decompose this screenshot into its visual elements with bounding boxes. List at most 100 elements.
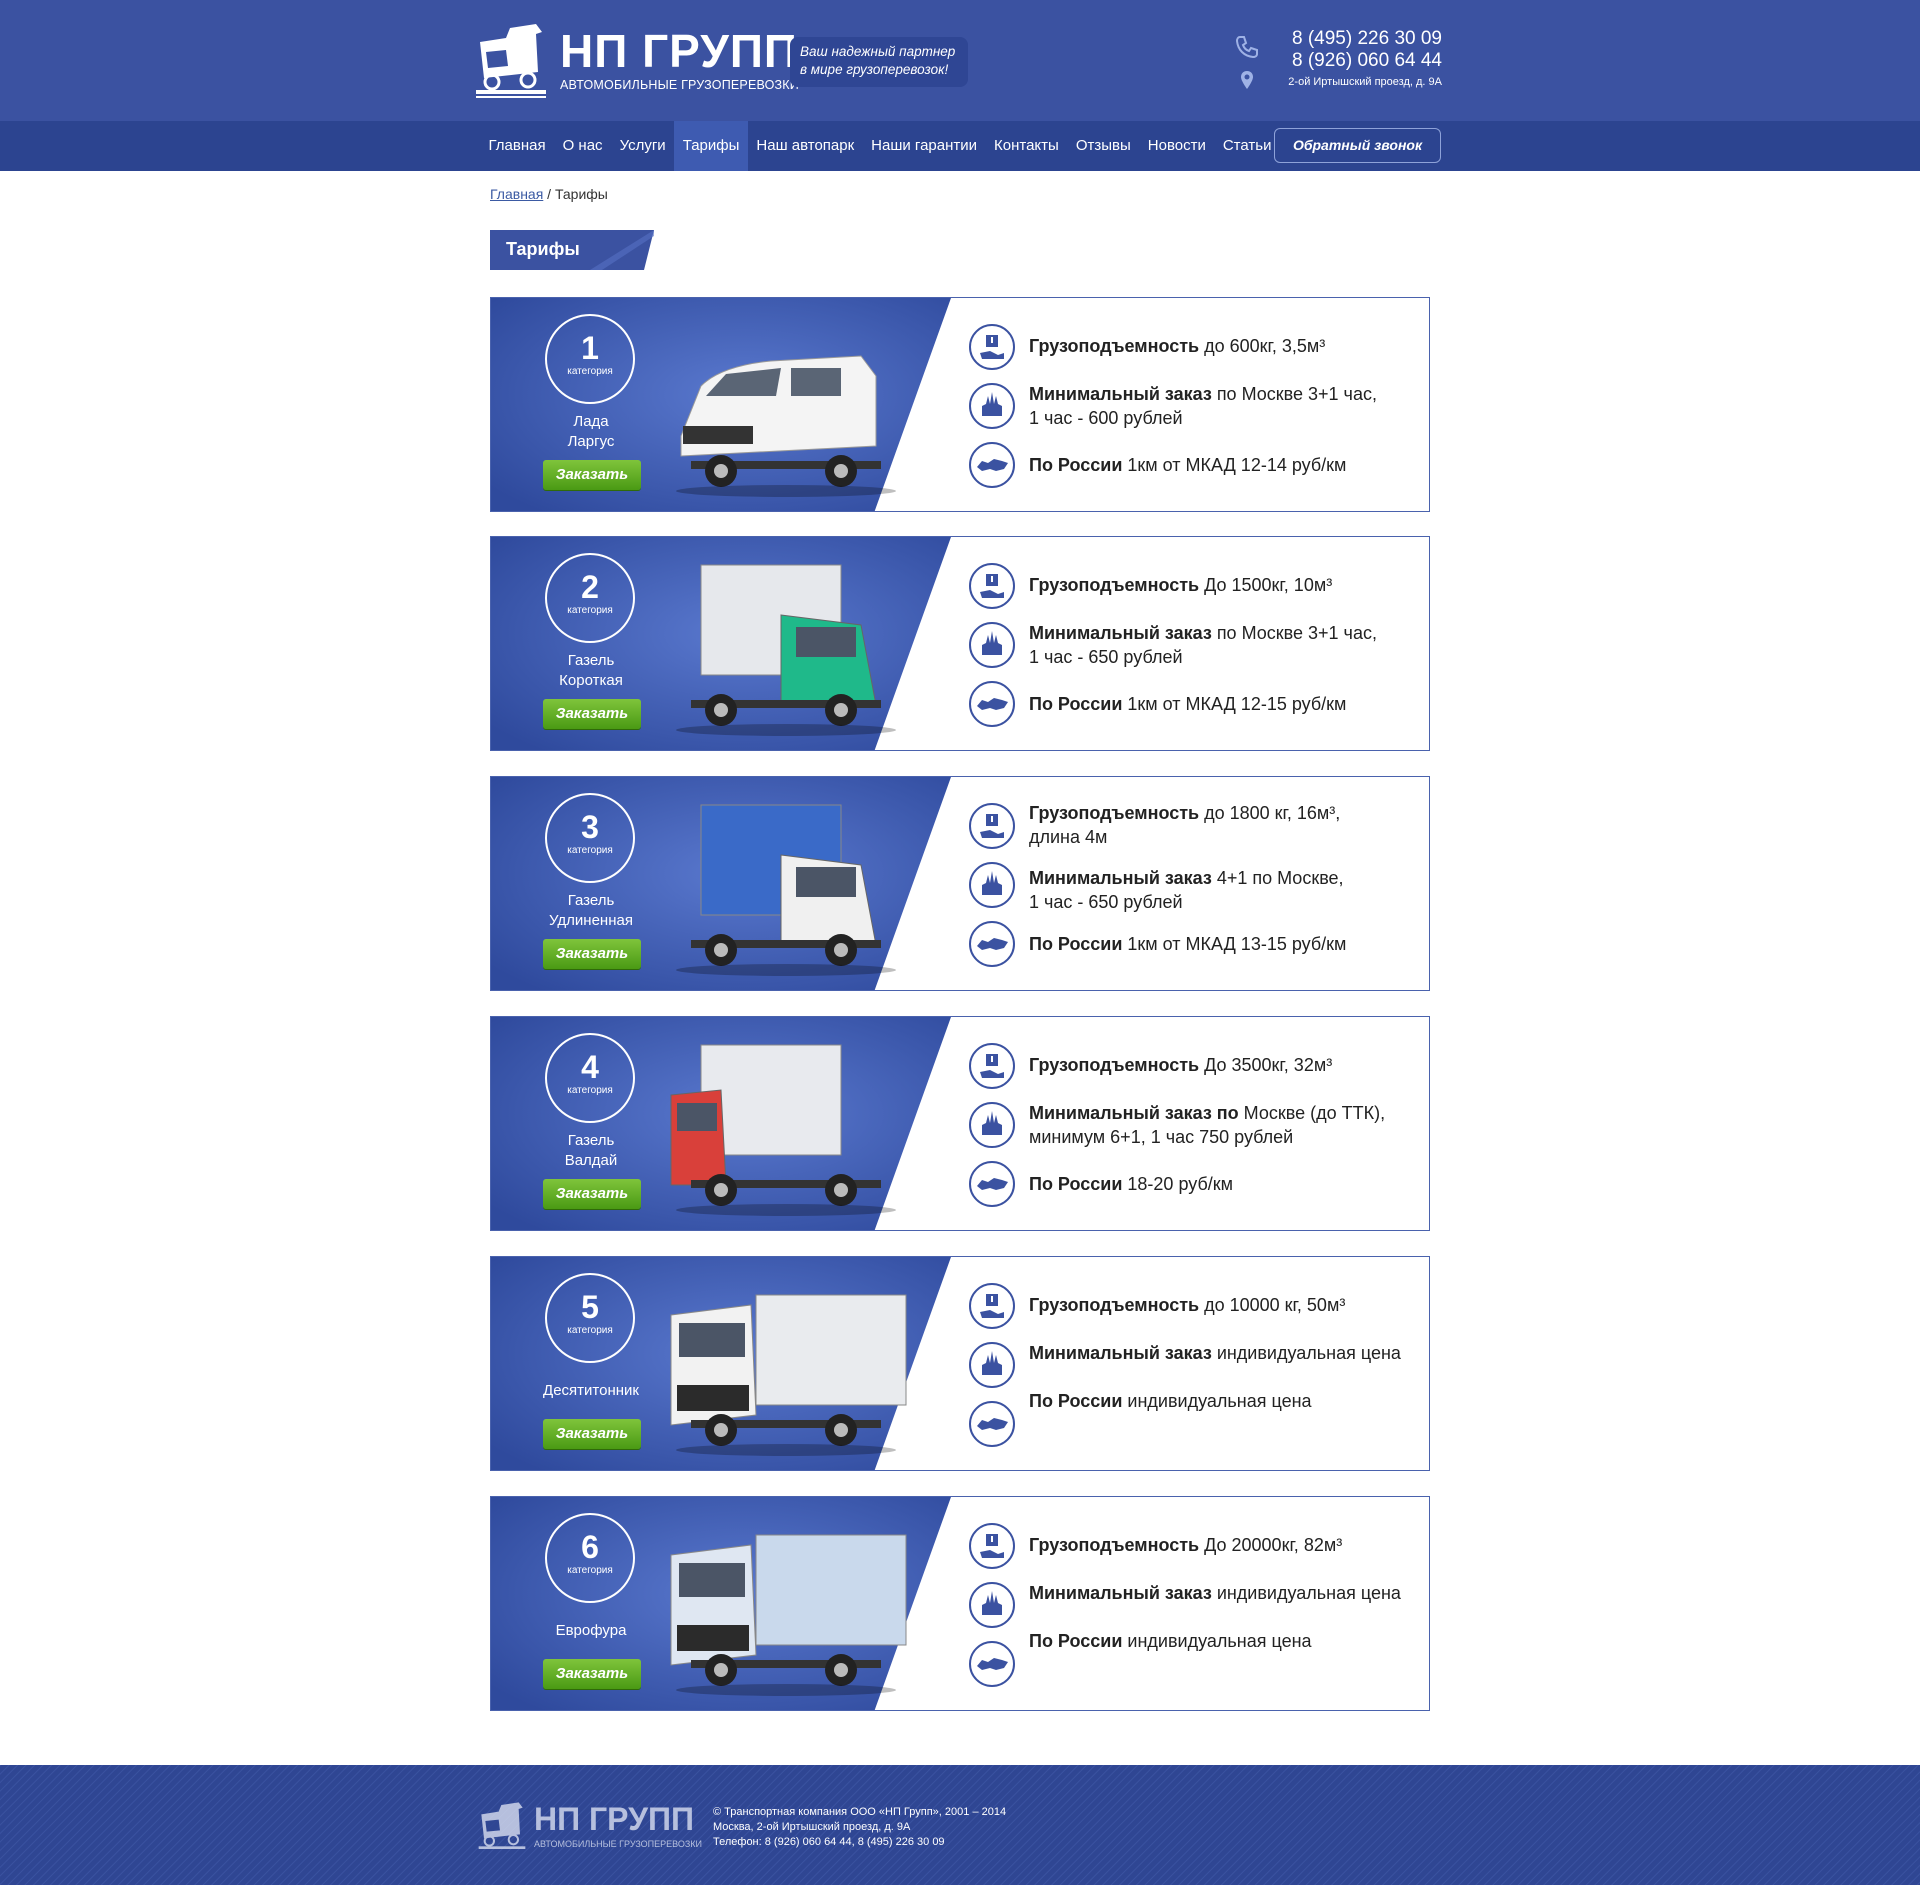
cargo-capacity-icon bbox=[968, 562, 1016, 610]
slogan-line: в мире грузоперевозок! bbox=[800, 62, 949, 77]
moscow-kremlin-icon bbox=[968, 861, 1016, 909]
footer-logo-subtitle: АВТОМОБИЛЬНЫЕ ГРУЗОПЕРЕВОЗКИ bbox=[534, 1839, 703, 1849]
category-badge: 6 категория bbox=[545, 1513, 635, 1603]
min-order-value-line2: 1 час - 600 рублей bbox=[1029, 408, 1183, 428]
russia-rate-value: 18-20 руб/км bbox=[1122, 1174, 1234, 1194]
location-pin-icon bbox=[1241, 71, 1253, 89]
nav-item[interactable]: Новости bbox=[1139, 121, 1214, 171]
phone-number-1[interactable]: 8 (495) 226 30 09 bbox=[1232, 28, 1442, 50]
russia-rate-value: 1км от МКАД 13-15 руб/км bbox=[1122, 934, 1347, 954]
category-label: категория bbox=[567, 1325, 613, 1336]
min-order-text: Минимальный заказ индивидуальная цена bbox=[1029, 1341, 1419, 1365]
main-nav: Главная О нас Услуги Тарифы Наш автопарк Наши… bbox=[0, 121, 1920, 171]
tariff-card: 2 категория Газель Короткая Заказать Грузопод… bbox=[490, 536, 1430, 751]
nav-item[interactable]: Статьи bbox=[1214, 121, 1280, 171]
capacity-value: До 1500кг, 10м³ bbox=[1199, 575, 1333, 595]
order-button[interactable]: Заказать bbox=[543, 460, 641, 490]
capacity-label: Грузоподъемность bbox=[1029, 336, 1200, 356]
nav-item[interactable]: Услуги bbox=[611, 121, 674, 171]
truck-image bbox=[661, 316, 911, 506]
category-number: 6 bbox=[581, 1529, 599, 1565]
site-logo[interactable]: НП ГРУПП АВТОМОБИЛЬНЫЕ ГРУЗОПЕРЕВОЗКИ bbox=[476, 20, 799, 102]
min-order-value: по Москве 3+1 час, bbox=[1211, 384, 1377, 404]
capacity-text: Грузоподъемность до 1800 кг, 16м³, длина … bbox=[1029, 801, 1419, 849]
min-order-value: индивидуальная цена bbox=[1211, 1343, 1401, 1363]
moscow-kremlin-icon bbox=[968, 1341, 1016, 1389]
vehicle-name-line: Короткая bbox=[559, 672, 623, 689]
vehicle-name: Лада Ларгус bbox=[531, 412, 651, 452]
min-order-label: Минимальный заказ bbox=[1029, 1343, 1212, 1363]
order-button[interactable]: Заказать bbox=[543, 699, 641, 729]
page-title: Тарифы bbox=[490, 230, 654, 270]
category-label: категория bbox=[567, 845, 613, 856]
phone-number-2[interactable]: 8 (926) 060 64 44 bbox=[1232, 50, 1442, 72]
russia-map-icon bbox=[968, 441, 1016, 489]
capacity-text: Грузоподъемность до 10000 кг, 50м³ bbox=[1029, 1293, 1419, 1317]
russia-rate-label: По России bbox=[1029, 1391, 1123, 1411]
nav-item[interactable]: Главная bbox=[480, 121, 554, 171]
logo-subtitle: АВТОМОБИЛЬНЫЕ ГРУЗОПЕРЕВОЗКИ bbox=[560, 78, 799, 92]
min-order-text: Минимальный заказ 4+1 по Москве, 1 час - … bbox=[1029, 866, 1419, 914]
footer-logo[interactable]: НП ГРУПП АВТОМОБИЛЬНЫЕ ГРУЗОПЕРЕВОЗКИ bbox=[476, 1801, 702, 1853]
tariff-card: 3 категория Газель Удлиненная Заказать Грузоп… bbox=[490, 776, 1430, 991]
min-order-label: Минимальный заказ bbox=[1029, 384, 1212, 404]
min-order-label: Минимальный заказ bbox=[1029, 1583, 1212, 1603]
vehicle-name: Еврофура bbox=[531, 1611, 651, 1641]
capacity-value: До 3500кг, 32м³ bbox=[1199, 1055, 1333, 1075]
russia-rate-value: индивидуальная цена bbox=[1122, 1631, 1312, 1651]
vehicle-name-line: Десятитонник bbox=[543, 1382, 639, 1399]
breadcrumb-current: Тарифы bbox=[554, 186, 608, 202]
header-address: 2-ой Иртышский проезд, д. 9А bbox=[1288, 76, 1442, 88]
russia-rate-label: По России bbox=[1029, 1174, 1123, 1194]
russia-map-icon bbox=[968, 920, 1016, 968]
russia-rate-value: 1км от МКАД 12-14 руб/км bbox=[1122, 455, 1347, 475]
callback-button[interactable]: Обратный звонок bbox=[1274, 128, 1441, 163]
tariff-card: 6 категория Еврофура Заказать Грузоподъемнос… bbox=[490, 1496, 1430, 1711]
moscow-kremlin-icon bbox=[968, 621, 1016, 669]
footer-info: © Транспортная компания ООО «НП Групп», … bbox=[713, 1805, 1006, 1850]
tariff-features: Грузоподъемность до 1800 кг, 16м³, длина … bbox=[968, 777, 1428, 990]
vehicle-name-line: Еврофура bbox=[555, 1622, 627, 1639]
vehicle-name-line: Газель bbox=[567, 652, 615, 669]
page-title-text: Тарифы bbox=[506, 239, 580, 259]
order-button[interactable]: Заказать bbox=[543, 1659, 641, 1689]
min-order-value: Москве (до ТТК), bbox=[1238, 1103, 1386, 1123]
russia-rate-text: По России 1км от МКАД 12-15 руб/км bbox=[1029, 692, 1419, 716]
capacity-label: Грузоподъемность bbox=[1029, 1535, 1200, 1555]
tariff-features: Грузоподъемность до 600кг, 3,5м³ Минималь… bbox=[968, 298, 1428, 511]
truck-image bbox=[661, 1515, 911, 1705]
tariff-features: Грузоподъемность До 20000кг, 82м³ Минимал… bbox=[968, 1497, 1428, 1710]
nav-item[interactable]: Наши гарантии bbox=[863, 121, 986, 171]
category-number: 4 bbox=[581, 1049, 599, 1085]
vehicle-name: Десятитонник bbox=[531, 1371, 651, 1401]
nav-item[interactable]: О нас bbox=[554, 121, 611, 171]
vehicle-name-line: Валдай bbox=[564, 1152, 618, 1169]
order-button[interactable]: Заказать bbox=[543, 939, 641, 969]
nav-item[interactable]: Контакты bbox=[986, 121, 1068, 171]
category-number: 5 bbox=[581, 1289, 599, 1325]
truck-image bbox=[661, 1275, 911, 1465]
category-number: 2 bbox=[581, 569, 599, 605]
order-button[interactable]: Заказать bbox=[543, 1179, 641, 1209]
truck-image bbox=[661, 1035, 911, 1225]
cargo-capacity-icon bbox=[968, 1282, 1016, 1330]
nav-item[interactable]: Наш автопарк bbox=[748, 121, 863, 171]
russia-rate-label: По России bbox=[1029, 694, 1123, 714]
capacity-value: До 20000кг, 82м³ bbox=[1199, 1535, 1343, 1555]
tariff-card: 1 категория Лада Ларгус Заказать Грузоподъемн… bbox=[490, 297, 1430, 512]
cargo-capacity-icon bbox=[968, 1042, 1016, 1090]
nav-item[interactable]: Тарифы bbox=[674, 121, 748, 171]
category-badge: 2 категория bbox=[545, 553, 635, 643]
nav-item[interactable]: Отзывы bbox=[1067, 121, 1139, 171]
moscow-kremlin-icon bbox=[968, 1581, 1016, 1629]
category-label: категория bbox=[567, 366, 613, 377]
phone-icon bbox=[1235, 36, 1258, 59]
min-order-text: Минимальный заказ по Москве (до ТТК), мин… bbox=[1029, 1101, 1419, 1149]
site-header: НП ГРУПП АВТОМОБИЛЬНЫЕ ГРУЗОПЕРЕВОЗКИ Ва… bbox=[0, 0, 1920, 121]
order-button[interactable]: Заказать bbox=[543, 1419, 641, 1449]
breadcrumb-home-link[interactable]: Главная bbox=[490, 186, 543, 202]
moscow-kremlin-icon bbox=[968, 382, 1016, 430]
vehicle-name: Газель Короткая bbox=[531, 651, 651, 691]
category-label: категория bbox=[567, 605, 613, 616]
min-order-label: Минимальный заказ по bbox=[1029, 1103, 1239, 1123]
